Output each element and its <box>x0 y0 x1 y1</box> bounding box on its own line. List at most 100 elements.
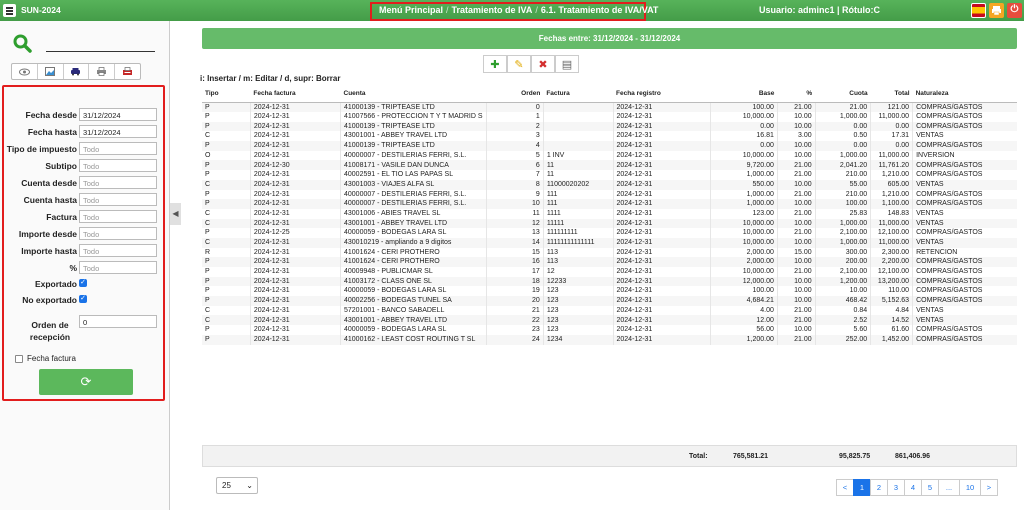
factura-input[interactable]: Todo <box>79 210 157 223</box>
cuenta-desde-input[interactable]: Todo <box>79 176 157 189</box>
table-row[interactable]: P 2024-12-30 41008171 - VASILE DAN DUNCA 6 1… <box>202 160 1017 171</box>
prev-page-button[interactable]: < <box>836 479 854 496</box>
table-row[interactable]: R 2024-12-31 41001624 - CERI PROTHERO 15 113… <box>202 247 1017 258</box>
table-row[interactable]: C 2024-12-31 57201001 - BANCO SABADELL 21 12… <box>202 305 1017 316</box>
printer-icon[interactable] <box>89 64 116 79</box>
delete-button[interactable]: ✖ <box>531 55 555 73</box>
table-cell: 21.00 <box>776 189 816 200</box>
column-header[interactable]: Fecha registro <box>613 85 711 103</box>
table-row[interactable]: C 2024-12-31 43001003 - VIAJES ALFA SL 8 110… <box>202 179 1017 190</box>
table-cell: 550.00 <box>709 179 778 190</box>
column-header[interactable]: Cuenta <box>340 85 486 103</box>
column-header[interactable]: % <box>777 85 816 103</box>
spain-flag-icon[interactable] <box>971 3 986 18</box>
image-icon[interactable] <box>38 64 64 79</box>
add-button[interactable]: ✚ <box>483 55 507 73</box>
column-header[interactable]: Naturaleza <box>912 85 1017 103</box>
breadcrumb-item-menu[interactable]: Menú Principal <box>379 5 443 15</box>
table-cell: 40000007 - DESTILERIAS FERRI, S.L. <box>340 150 486 161</box>
column-header[interactable]: Cuota <box>815 85 871 103</box>
page-button[interactable]: 1 <box>853 479 871 496</box>
subtipo-input[interactable]: Todo <box>79 159 157 172</box>
column-header[interactable]: Total <box>870 85 913 103</box>
breadcrumb-item-iva[interactable]: Tratamiento de IVA <box>452 5 533 15</box>
table-row[interactable]: P 2024-12-31 40002256 - BODEGAS TUNEL SA 20… <box>202 296 1017 306</box>
table-cell: 1,000.00 <box>814 218 871 229</box>
car-icon[interactable] <box>64 64 90 79</box>
refresh-button[interactable]: ⟳ <box>39 369 133 395</box>
pdf-icon[interactable] <box>115 64 140 79</box>
table-row[interactable]: P 2024-12-31 41003172 - CLASS ONE SL 18 1223… <box>202 276 1017 287</box>
export-button[interactable]: ▤ <box>555 55 579 73</box>
column-header[interactable]: Fecha factura <box>250 85 341 103</box>
table-row[interactable]: P 2024-12-31 41001624 - CERI PROTHERO 16 113… <box>202 257 1017 267</box>
power-icon[interactable]: ⏻ <box>1007 3 1022 18</box>
table-row[interactable]: C 2024-12-31 43001006 - ABIES TRAVEL SL 11 1… <box>202 208 1017 219</box>
table-row[interactable]: C 2024-12-31 43001001 - ABBEY TRAVEL LTD 3 2… <box>202 131 1017 142</box>
table-row[interactable]: P 2024-12-31 41000139 - TRIPTEASE LTD 4 2024… <box>202 141 1017 151</box>
table-row[interactable]: P 2024-12-31 41007566 - PROTECCION T Y T M… <box>202 112 1017 122</box>
table-cell: 40000059 - BODEGAS LARA SL <box>340 325 486 335</box>
page-button[interactable]: 10 <box>959 479 981 496</box>
importe-desde-input[interactable]: Todo <box>79 227 157 240</box>
column-header[interactable]: Factura <box>543 85 613 103</box>
edit-icon: ✎ <box>514 58 524 71</box>
menu-icon[interactable] <box>3 4 16 17</box>
fecha-factura-checkbox[interactable] <box>15 355 23 363</box>
table-row[interactable]: P 2024-12-31 40000007 - DESTILERIAS FERRI,… <box>202 189 1017 200</box>
table-cell: 22 <box>485 315 544 326</box>
table-row[interactable]: P 2024-12-25 40000059 - BODEGAS LARA SL 13 1… <box>202 228 1017 238</box>
table-row[interactable]: P 2024-12-31 40000059 - BODEGAS LARA SL 23 1… <box>202 325 1017 335</box>
table-row[interactable]: P 2024-12-31 41000139 - TRIPTEASE LTD 2 2024… <box>202 121 1017 132</box>
table-row[interactable]: P 2024-12-31 41000162 - LEAST COST ROUTING… <box>202 334 1017 345</box>
table-row[interactable]: C 2024-12-31 43001001 - ABBEY TRAVEL LTD 22… <box>202 315 1017 326</box>
next-page-button[interactable]: > <box>980 479 998 496</box>
page-button[interactable]: 3 <box>887 479 905 496</box>
column-header[interactable]: Base <box>710 85 778 103</box>
page-button[interactable]: ... <box>938 479 960 496</box>
column-header[interactable]: Orden <box>486 85 544 103</box>
eye-icon[interactable] <box>12 64 38 79</box>
table-row[interactable]: P 2024-12-31 40009948 - PUBLICMAR SL 17 12 20… <box>202 267 1017 277</box>
page-size-select[interactable]: 25 ⌄ <box>216 477 258 494</box>
search-input[interactable] <box>46 51 155 52</box>
table-row[interactable]: O 2024-12-31 40000007 - DESTILERIAS FERRI,… <box>202 150 1017 161</box>
table-cell: 2024-12-31 <box>249 179 341 190</box>
table-row[interactable]: P 2024-12-31 40002591 - EL TIO LAS PAPAS S… <box>202 170 1017 180</box>
column-header-label: % <box>806 89 813 97</box>
page-button[interactable]: 4 <box>904 479 922 496</box>
table-cell: P <box>205 326 210 334</box>
page-button[interactable]: 2 <box>870 479 888 496</box>
table-row[interactable]: C 2024-12-31 43001001 - ABBEY TRAVEL LTD 12… <box>202 218 1017 229</box>
printer-icon[interactable] <box>989 3 1004 18</box>
table-row[interactable]: P 2024-12-31 41000139 - TRIPTEASE LTD 0 2024… <box>202 102 1017 112</box>
table-cell: 9 <box>485 189 544 200</box>
page-button[interactable]: 5 <box>921 479 939 496</box>
table-row[interactable]: C 2024-12-31 430010219 - ampliando a 9 dig… <box>202 237 1017 248</box>
cuenta-hasta-input[interactable]: Todo <box>79 193 157 206</box>
exportado-checkbox[interactable]: ✓ <box>79 279 87 287</box>
search-icon[interactable] <box>13 34 32 53</box>
table-cell: 2024-12-31 <box>612 257 711 267</box>
porcentaje-input[interactable]: Todo <box>79 261 157 274</box>
table-cell: 15 <box>485 247 544 258</box>
table-cell: 111111111 <box>542 228 613 238</box>
tipo-de-impuesto-input[interactable]: Todo <box>79 142 157 155</box>
user-info: Usuario: adminc1 | Rótulo:C <box>759 5 881 15</box>
orden-recepcion-input[interactable]: 0 <box>79 315 157 328</box>
table-row[interactable]: P 2024-12-31 40000059 - BODEGAS LARA SL 19 1… <box>202 286 1017 297</box>
table-cell: 6 <box>485 160 544 171</box>
table-cell: 11,000.00 <box>870 237 913 248</box>
no-exportado-checkbox[interactable]: ✓ <box>79 295 87 303</box>
collapse-sidebar-button[interactable]: ◀ <box>170 203 181 225</box>
table-cell: 1,000.00 <box>709 199 778 209</box>
fecha-desde-input[interactable]: 31/12/2024 <box>79 108 157 121</box>
column-header[interactable]: Tipo <box>202 85 251 103</box>
fecha-hasta-input[interactable]: 31/12/2024 <box>79 125 157 138</box>
table-row[interactable]: P 2024-12-31 40000007 - DESTILERIAS FERRI,… <box>202 199 1017 209</box>
filter-cuenta-hasta: Cuenta hasta Todo <box>4 193 164 207</box>
table-body: P 2024-12-31 41000139 - TRIPTEASE LTD 0 2024… <box>202 102 1017 345</box>
importe-hasta-input[interactable]: Todo <box>79 244 157 257</box>
edit-button[interactable]: ✎ <box>507 55 531 73</box>
table-cell: C <box>202 179 251 190</box>
